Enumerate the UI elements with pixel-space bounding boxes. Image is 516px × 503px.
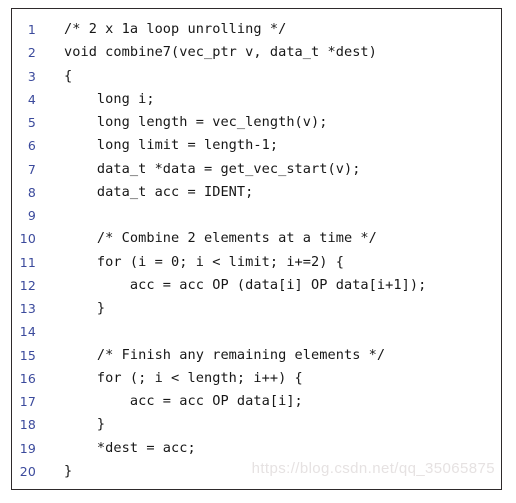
line-number: 20 (19, 463, 36, 479)
line-number: 13 (19, 301, 36, 316)
line-number: 12 (19, 277, 36, 293)
line-code: data_t acc = IDENT; (64, 183, 254, 200)
code-line: 8 data_t acc = IDENT; (12, 181, 501, 204)
code-line: 3 { (12, 65, 501, 88)
line-number: 18 (19, 417, 36, 433)
line-code: /* Finish any remaining elements */ (64, 346, 386, 363)
line-number: 9 (27, 208, 36, 223)
line-code: long length = vec_length(v); (64, 114, 328, 130)
line-number: 4 (27, 91, 36, 107)
code-line: 5 long length = vec_length(v); (12, 111, 501, 134)
line-code: /* Combine 2 elements at a time */ (64, 230, 377, 247)
code-line: 14 (12, 320, 501, 343)
line-code: /* 2 x 1a loop unrolling */ (64, 21, 287, 37)
line-number: 2 (27, 45, 36, 61)
line-code: } (64, 300, 106, 316)
code-line: 4 long i; (12, 88, 501, 111)
code-listing-page: 1 /* 2 x 1a loop unrolling */ 2 void com… (0, 0, 516, 503)
code-line: 11 for (i = 0; i < limit; i+=2) { (12, 251, 501, 274)
line-number: 17 (19, 394, 36, 409)
code-line: 20 } (12, 460, 501, 483)
line-code: long i; (64, 90, 155, 107)
code-line: 12 acc = acc OP (data[i] OP data[i+1]); (12, 274, 501, 297)
line-code: void combine7(vec_ptr v, data_t *dest) (64, 44, 377, 61)
line-number: 19 (19, 440, 36, 456)
line-number: 3 (27, 68, 36, 84)
line-number: 15 (19, 347, 36, 363)
line-number: 6 (27, 138, 36, 154)
code-line: 13 } (12, 297, 501, 320)
line-code: data_t *data = get_vec_start(v); (64, 160, 361, 177)
code-line: 7 data_t *data = get_vec_start(v); (12, 158, 501, 181)
code-line: 2 void combine7(vec_ptr v, data_t *dest) (12, 41, 501, 64)
line-number: 5 (27, 115, 36, 130)
line-number: 10 (19, 231, 36, 247)
code-line: 15 /* Finish any remaining elements */ (12, 344, 501, 367)
line-number: 16 (19, 370, 36, 386)
code-line: 16 for (; i < length; i++) { (12, 367, 501, 390)
code-line: 18 } (12, 413, 501, 436)
code-listing-box: 1 /* 2 x 1a loop unrolling */ 2 void com… (11, 8, 502, 490)
line-code: acc = acc OP (data[i] OP data[i+1]); (64, 276, 427, 293)
line-code: acc = acc OP data[i]; (64, 393, 303, 409)
code-line: 10 /* Combine 2 elements at a time */ (12, 227, 501, 250)
line-code: for (; i < length; i++) { (64, 369, 303, 386)
code-line: 19 *dest = acc; (12, 437, 501, 460)
line-code: } (64, 462, 73, 479)
code-line: 6 long limit = length-1; (12, 134, 501, 157)
line-number: 14 (19, 324, 36, 340)
code-lines-container: 1 /* 2 x 1a loop unrolling */ 2 void com… (12, 18, 501, 483)
line-code: long limit = length-1; (64, 137, 279, 154)
code-line: 9 (12, 204, 501, 227)
line-code: for (i = 0; i < limit; i+=2) { (64, 253, 344, 270)
line-number: 11 (19, 254, 36, 270)
line-number: 1 (27, 22, 36, 37)
line-number: 8 (27, 184, 36, 200)
code-line: 1 /* 2 x 1a loop unrolling */ (12, 18, 501, 41)
line-code: *dest = acc; (64, 439, 196, 456)
line-code: { (64, 67, 73, 84)
line-number: 7 (27, 161, 36, 177)
line-code: } (64, 416, 106, 433)
code-line: 17 acc = acc OP data[i]; (12, 390, 501, 413)
